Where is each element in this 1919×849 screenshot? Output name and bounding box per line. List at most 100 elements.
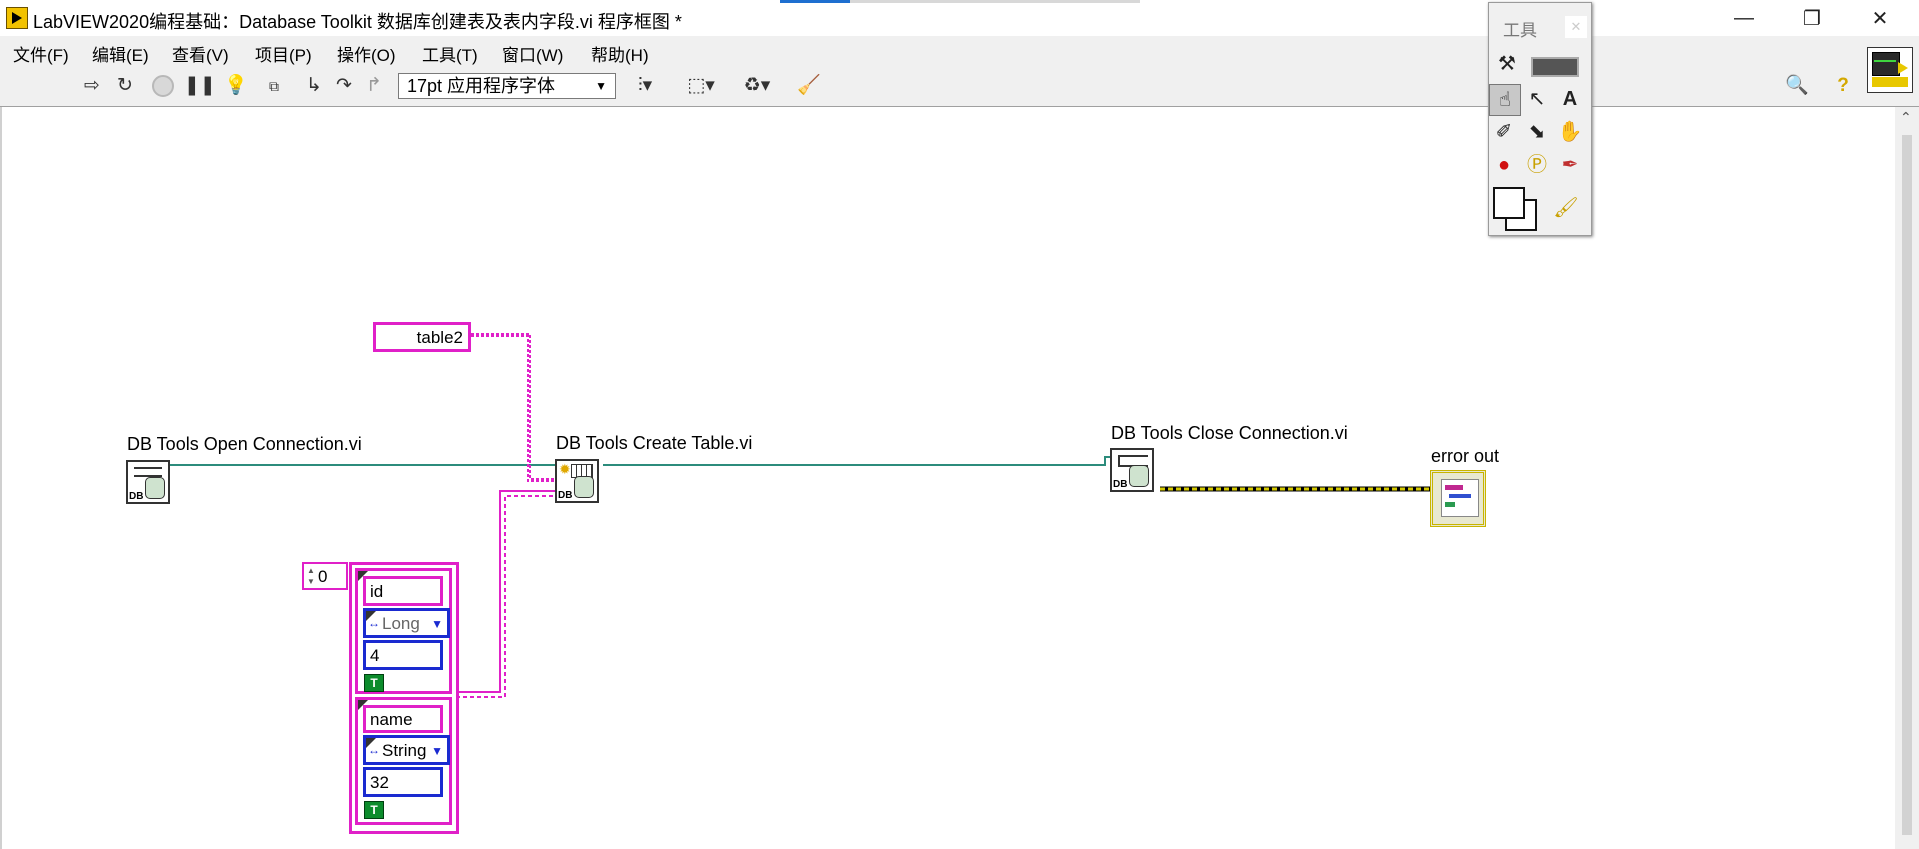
- column-name-value: id: [370, 582, 384, 601]
- close-icon: ✕: [1871, 7, 1889, 30]
- clean-diagram-icon[interactable]: 🧹: [794, 75, 824, 97]
- db-badge: DB: [129, 491, 144, 502]
- menu-file[interactable]: 文件(F): [13, 41, 69, 66]
- error-out-indicator[interactable]: [1430, 470, 1486, 527]
- open-connection-vi[interactable]: DB: [126, 460, 170, 504]
- table-name-value: table2: [416, 328, 463, 347]
- run-arrow-icon[interactable]: ⇨: [80, 75, 104, 97]
- menu-view[interactable]: 查看(V): [172, 41, 229, 66]
- run-continuously-icon[interactable]: ↻: [113, 75, 137, 97]
- create-table-label: DB Tools Create Table.vi: [556, 433, 753, 453]
- color-brush-icon[interactable]: 🖌: [1551, 193, 1581, 223]
- column-size-value: 32: [370, 773, 389, 792]
- highlight-execution-icon[interactable]: 💡: [224, 75, 248, 97]
- search-icon[interactable]: 🔍: [1781, 75, 1813, 97]
- array-index-control[interactable]: ▲ ▼ 0: [302, 562, 348, 590]
- database-icon: [1129, 465, 1149, 487]
- menu-edit[interactable]: 编辑(E): [92, 41, 149, 66]
- vi-connector-icon[interactable]: [1867, 47, 1913, 93]
- restore-icon: ❐: [1803, 7, 1821, 30]
- tools-palette[interactable]: 工具 ✕ ⚒ ☝ ↖ A ✐ ⬊ ✋ ● Ⓟ ✒ 🖌: [1488, 2, 1592, 236]
- column-name-field[interactable]: id: [363, 576, 443, 606]
- title-tab-indicator: [780, 0, 850, 3]
- probe-icon[interactable]: Ⓟ: [1522, 150, 1552, 180]
- close-connection-vi[interactable]: DB: [1110, 448, 1154, 492]
- window-title: LabVIEW2020编程基础：Database Toolkit 数据库创建表及…: [33, 12, 682, 32]
- column-size-field[interactable]: 4: [363, 640, 443, 670]
- new-table-icon: ✹: [559, 461, 571, 477]
- menu-tools[interactable]: 工具(T): [422, 41, 478, 66]
- automatic-tool-icon[interactable]: ⚒: [1492, 49, 1522, 79]
- column-size-value: 4: [370, 646, 380, 665]
- enum-increment-icon: ↔: [368, 616, 380, 630]
- data-type-value: String: [382, 741, 427, 760]
- db-badge: DB: [1113, 479, 1128, 490]
- error-out-label: error out: [1431, 446, 1500, 466]
- column-cluster[interactable]: name ↔ String ▼ 32 T: [355, 697, 452, 825]
- minimize-icon: —: [1734, 6, 1754, 29]
- block-diagram[interactable]: table2 DB Tools Open Connection.vi DB DB…: [0, 107, 1895, 849]
- automatic-tool-led[interactable]: [1531, 57, 1579, 77]
- column-name-value: name: [370, 710, 413, 729]
- align-icon[interactable]: ⫶▾: [628, 75, 662, 97]
- set-color-icon[interactable]: [1493, 187, 1537, 231]
- font-select[interactable]: 17pt 应用程序字体 ▼: [398, 73, 616, 99]
- step-out-icon[interactable]: ↱: [362, 75, 386, 97]
- column-info-array[interactable]: id ↔ Long ▼ 4 T name ↔ String ▼ 32 T: [349, 562, 459, 834]
- enum-increment-icon: ↔: [368, 743, 380, 757]
- chevron-down-icon: ▼: [431, 744, 443, 758]
- restore-button[interactable]: ❐: [1778, 0, 1846, 36]
- menu-bar: 文件(F) 编辑(E) 查看(V) 项目(P) 操作(O) 工具(T) 窗口(W…: [0, 36, 1919, 66]
- reorder-icon[interactable]: ♻▾: [738, 75, 776, 97]
- db-badge: DB: [558, 490, 573, 501]
- chevron-down-icon: ▼: [595, 79, 607, 93]
- abort-icon[interactable]: [151, 75, 175, 97]
- step-into-icon[interactable]: ↳: [302, 75, 326, 97]
- position-select-icon[interactable]: ↖: [1522, 84, 1552, 114]
- allow-null-boolean[interactable]: T: [364, 674, 384, 692]
- menu-project[interactable]: 项目(P): [255, 41, 312, 66]
- column-cluster[interactable]: id ↔ Long ▼ 4 T: [355, 568, 452, 694]
- close-window-button[interactable]: ✕: [1846, 0, 1914, 36]
- help-icon[interactable]: ?: [1831, 75, 1855, 97]
- breakpoint-icon[interactable]: ●: [1489, 150, 1519, 180]
- column-info-wire[interactable]: [456, 490, 555, 698]
- menu-operate[interactable]: 操作(O): [337, 41, 396, 66]
- open-connection-label: DB Tools Open Connection.vi: [127, 434, 362, 454]
- menu-help[interactable]: 帮助(H): [591, 41, 649, 66]
- title-tab-area: [850, 0, 1140, 3]
- data-type-enum[interactable]: ↔ Long ▼: [363, 608, 450, 638]
- labview-app-icon: [6, 7, 28, 29]
- get-color-icon[interactable]: ✒: [1555, 150, 1585, 180]
- edit-text-icon[interactable]: A: [1555, 84, 1585, 114]
- step-over-icon[interactable]: ↷: [332, 75, 356, 97]
- data-type-value: Long: [382, 614, 420, 633]
- minimize-button[interactable]: —: [1710, 0, 1778, 36]
- scroll-window-icon[interactable]: ✋: [1555, 117, 1585, 147]
- create-table-vi[interactable]: ✹ DB: [555, 459, 599, 503]
- vertical-scrollbar[interactable]: ⌃: [1895, 107, 1919, 849]
- menu-window[interactable]: 窗口(W): [502, 41, 563, 66]
- retain-wire-values-icon[interactable]: ⧉: [262, 75, 286, 97]
- table-name-constant[interactable]: table2: [373, 322, 471, 352]
- allow-null-boolean[interactable]: T: [364, 801, 384, 819]
- column-name-field[interactable]: name: [363, 705, 443, 733]
- distribute-icon[interactable]: ⬚▾: [682, 75, 720, 97]
- database-icon: [574, 476, 594, 498]
- tools-close-icon[interactable]: ✕: [1565, 16, 1587, 38]
- pause-icon[interactable]: ❚❚: [184, 75, 216, 97]
- close-connection-label: DB Tools Close Connection.vi: [1111, 423, 1348, 443]
- object-shortcut-menu-icon[interactable]: ⬊: [1522, 117, 1552, 147]
- plug-icon: [134, 467, 162, 477]
- connect-wire-icon[interactable]: ✐: [1489, 117, 1519, 147]
- column-size-field[interactable]: 32: [363, 767, 443, 797]
- wires: [169, 333, 1432, 698]
- tools-palette-title: 工具: [1503, 21, 1537, 40]
- scrollbar-thumb[interactable]: [1902, 135, 1912, 835]
- data-type-enum[interactable]: ↔ String ▼: [363, 735, 450, 765]
- refnum-wire[interactable]: [169, 456, 1112, 466]
- operate-value-icon[interactable]: ☝: [1489, 84, 1521, 116]
- table-name-wire[interactable]: [471, 333, 555, 482]
- title-bar: LabVIEW2020编程基础：Database Toolkit 数据库创建表及…: [0, 0, 1919, 36]
- scroll-up-icon[interactable]: ⌃: [1900, 109, 1912, 126]
